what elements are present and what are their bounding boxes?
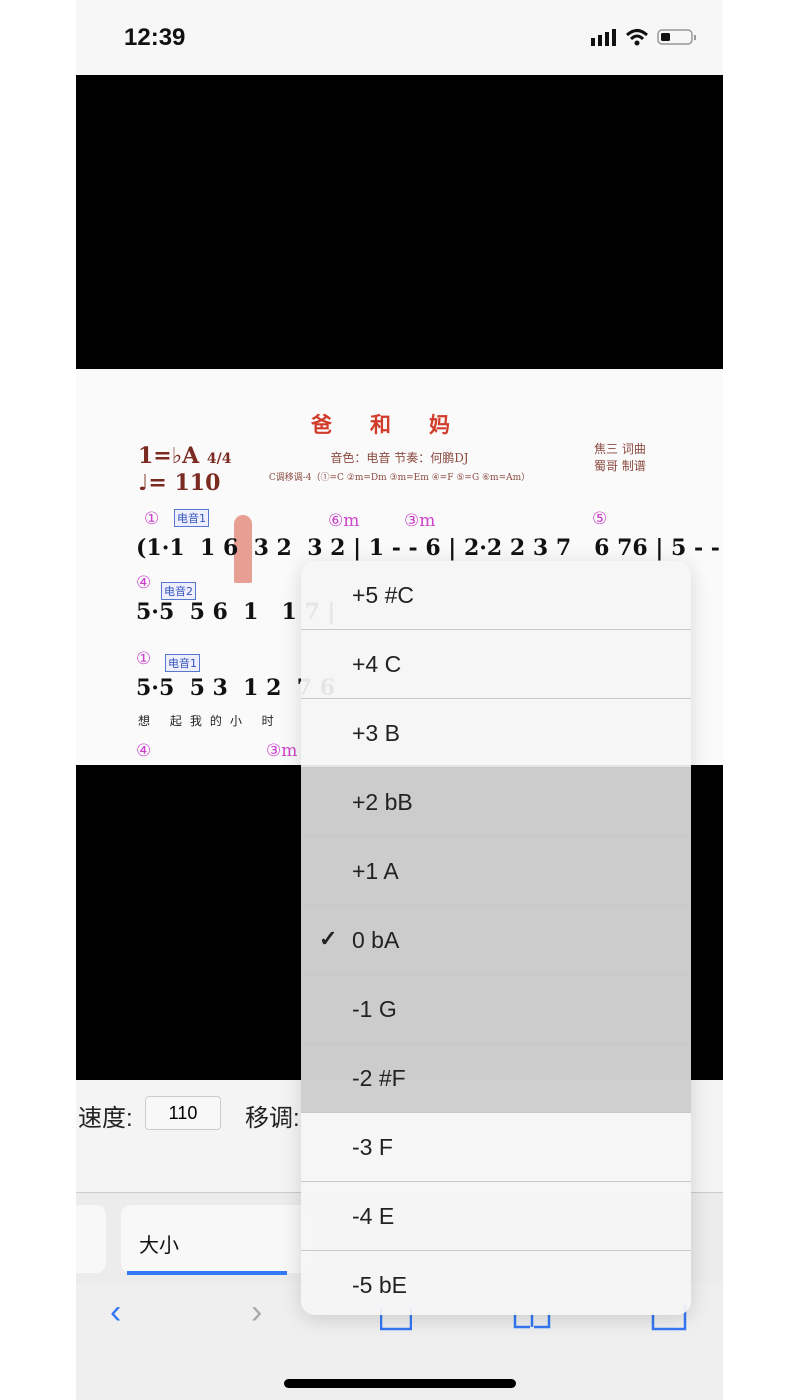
transpose-dropdown-menu: +5 #C +4 C +3 B +2 bB +1 A ✓ 0 bA -1 G -2 #F -3 F… xyxy=(301,561,691,1315)
voice-tag: 电音1 xyxy=(165,654,200,672)
chord-marker: ④ xyxy=(136,741,152,761)
menu-item-label: -2 #F xyxy=(352,1065,406,1091)
menu-item-label: +5 #C xyxy=(352,582,415,608)
chord-marker: ⑤ xyxy=(592,509,608,529)
song-title: 爸和妈 xyxy=(311,413,488,437)
chord-marker: ④ xyxy=(136,573,152,593)
credit-score: 蜀哥 制谱 xyxy=(594,459,646,473)
menu-item-label: -5 bE xyxy=(352,1272,407,1298)
credit-lyrics: 焦三 词曲 xyxy=(594,442,646,456)
signal-icon xyxy=(591,29,616,46)
video-area-top[interactable] xyxy=(76,75,723,369)
chord-marker: ① xyxy=(136,649,152,669)
back-icon[interactable]: ‹ xyxy=(110,1293,121,1332)
chord-marker: ③m xyxy=(404,511,436,531)
menu-item[interactable]: +3 B xyxy=(301,699,691,768)
clock: 12:39 xyxy=(124,24,186,51)
lyrics-row-3: 想 起我的小 时 xyxy=(138,714,282,728)
chord-marker: ⑥m xyxy=(328,511,360,531)
menu-item[interactable]: -2 #F xyxy=(301,1044,691,1113)
transpose-label: 移调: xyxy=(245,1105,300,1132)
menu-item-label: +2 bB xyxy=(352,789,413,815)
home-indicator xyxy=(284,1379,516,1388)
checkmark-icon: ✓ xyxy=(319,926,338,951)
speed-input[interactable]: 110 xyxy=(145,1096,221,1130)
battery-icon xyxy=(657,29,696,45)
status-bar: 12:39 xyxy=(76,0,723,75)
menu-item-label: +1 A xyxy=(352,858,399,884)
menu-item[interactable]: +5 #C xyxy=(301,561,691,630)
chord-marker: ③m xyxy=(266,741,298,761)
menu-item[interactable]: -5 bE xyxy=(301,1251,691,1315)
tab-size[interactable]: 大小 xyxy=(121,1205,311,1275)
menu-item-label: 0 bA xyxy=(352,927,400,953)
menu-item-label: +3 B xyxy=(352,720,400,746)
menu-item-label: +4 C xyxy=(352,651,402,677)
wifi-icon xyxy=(625,29,649,46)
menu-item[interactable]: -1 G xyxy=(301,975,691,1044)
menu-item[interactable]: +4 C xyxy=(301,630,691,699)
chord-marker: ① xyxy=(144,509,160,529)
tab-active-indicator xyxy=(127,1271,287,1275)
forward-icon[interactable]: › xyxy=(251,1293,262,1332)
menu-item-label: -1 G xyxy=(352,996,397,1022)
voice-tag: 电音1 xyxy=(174,509,209,527)
tab-previous[interactable] xyxy=(76,1205,106,1273)
menu-item-label: -3 F xyxy=(352,1134,393,1160)
voice-tag: 电音2 xyxy=(161,582,196,600)
credits: 焦三 词曲蜀哥 制谱 xyxy=(594,441,646,475)
menu-item[interactable]: ✓ 0 bA xyxy=(301,906,691,975)
notes-row-1: (1·1 1 6 3 2 3 2 | 1 - - 6 | 2·2 2 3 7 6… xyxy=(136,535,723,561)
menu-item[interactable]: +2 bB xyxy=(301,768,691,837)
menu-item[interactable]: +1 A xyxy=(301,837,691,906)
menu-item[interactable]: -3 F xyxy=(301,1113,691,1182)
tab-label: 大小 xyxy=(139,1235,179,1257)
menu-item[interactable]: -4 E xyxy=(301,1182,691,1251)
menu-item-label: -4 E xyxy=(352,1203,395,1229)
speed-label: 速度: xyxy=(78,1105,133,1132)
